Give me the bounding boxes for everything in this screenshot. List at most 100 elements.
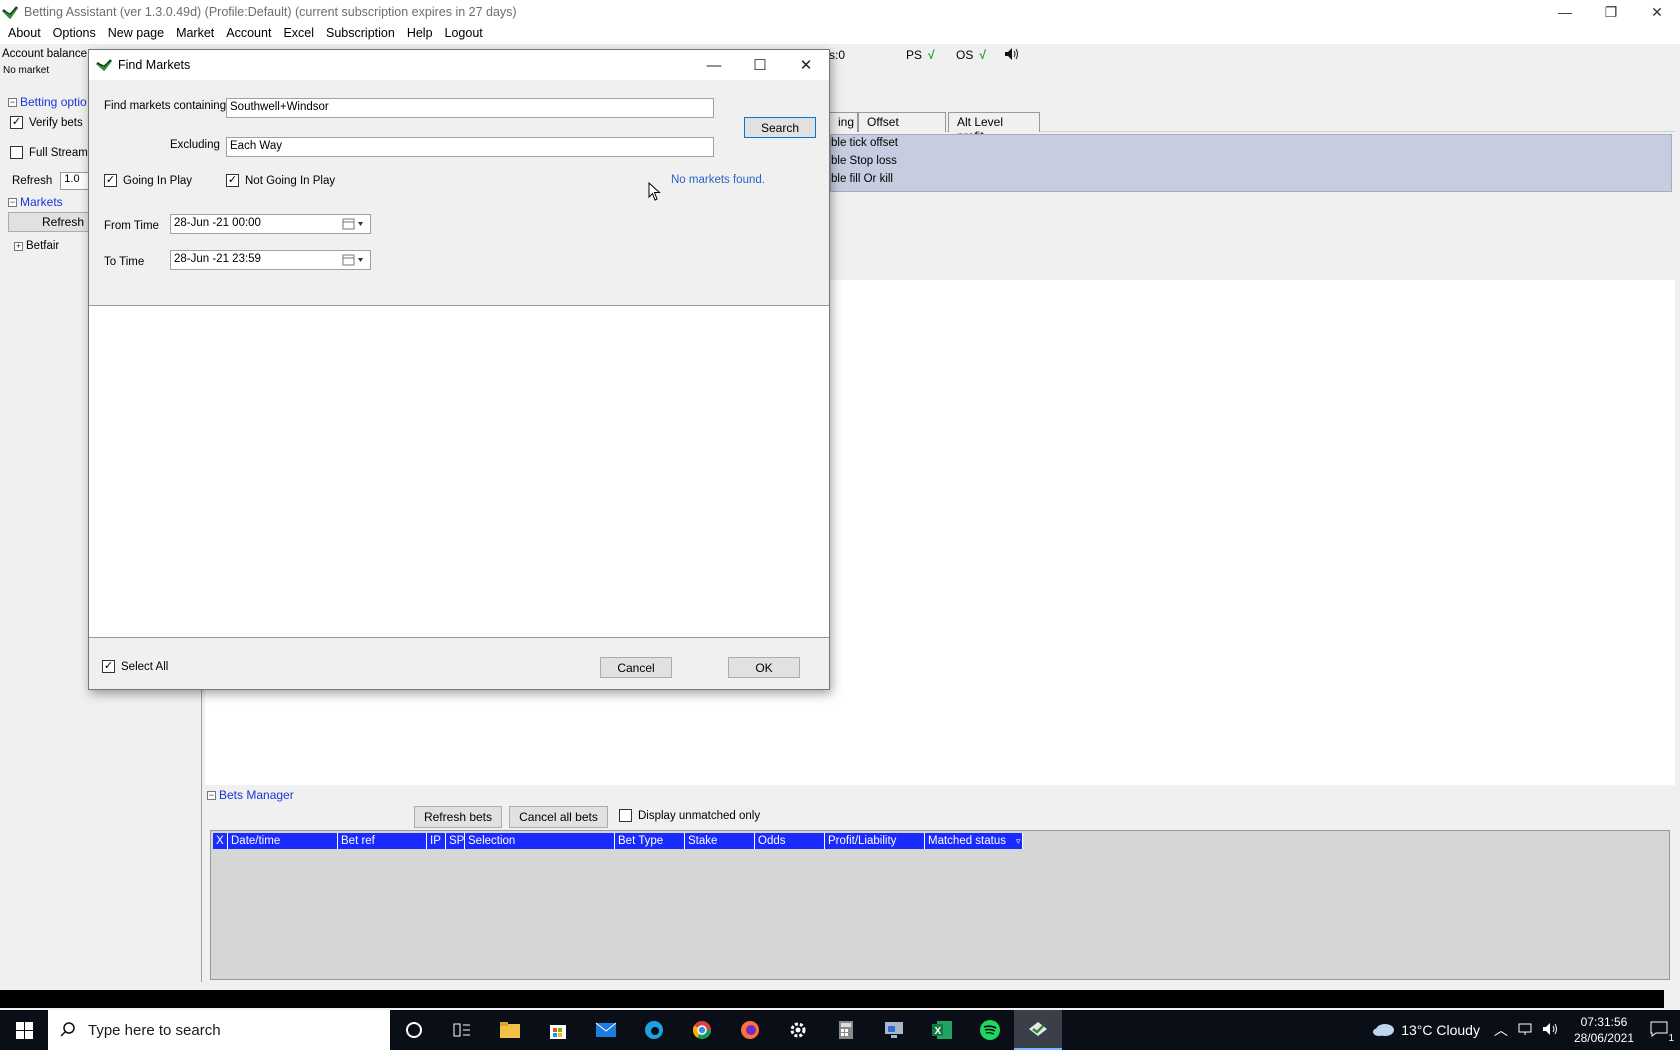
full-stream-checkbox[interactable] [10,146,23,159]
clock[interactable]: 07:31:56 28/06/2021 [1574,1014,1634,1046]
from-time-picker[interactable]: 28-Jun -21 00:00 [170,214,371,234]
col-bet-type[interactable]: Bet Type [615,833,685,849]
settings-gear-icon[interactable] [774,1010,822,1050]
window-title: Betting Assistant (ver 1.3.0.49d) (Profi… [24,5,517,19]
weather-text[interactable]: 13°C Cloudy [1401,1022,1480,1038]
menu-market[interactable]: Market [170,26,220,40]
select-all-label: Select All [121,660,169,673]
tab-ing[interactable]: ing [830,112,858,132]
not-going-in-play-checkbox[interactable]: ✓ [226,174,239,187]
network-icon[interactable] [1518,1022,1534,1039]
to-time-label: To Time [104,256,145,268]
dialog-maximize-button[interactable]: ☐ [737,50,783,80]
col-profit-liability[interactable]: Profit/Liability [825,833,925,849]
col-x[interactable]: X [213,833,228,849]
tab-alt-level-profit[interactable]: Alt Level profit [948,112,1040,143]
option-fill-or-kill[interactable]: ble fill Or kill [831,173,893,185]
betting-assistant-taskbar-icon[interactable] [1014,1010,1062,1050]
file-explorer-icon[interactable] [486,1010,534,1050]
calculator-icon[interactable] [822,1010,870,1050]
spotify-icon[interactable] [966,1010,1014,1050]
menu-subscription[interactable]: Subscription [320,26,401,40]
col-stake[interactable]: Stake [685,833,755,849]
refresh-bets-button[interactable]: Refresh bets [414,806,502,828]
refresh-input[interactable]: 1.0 [60,172,91,190]
store-icon[interactable] [534,1010,582,1050]
verify-bets-label: Verify bets [29,116,83,129]
mail-icon[interactable] [582,1010,630,1050]
select-all-checkbox[interactable]: ✓ [102,660,115,673]
verify-bets-row[interactable]: ✓ Verify bets [10,116,83,129]
display-unmatched-row[interactable]: Display unmatched only [619,809,760,822]
display-unmatched-checkbox[interactable] [619,809,632,822]
market-results-list[interactable] [89,305,829,638]
filter-icon[interactable]: ▿ [1016,836,1021,846]
weather-cloud-icon[interactable] [1371,1021,1395,1040]
bets-manager-title[interactable]: − Bets Manager [207,788,294,802]
ok-button[interactable]: OK [728,657,800,678]
col-sp[interactable]: SP [446,833,465,849]
select-all-row[interactable]: ✓ Select All [102,660,168,673]
mouse-cursor-icon [648,182,661,201]
restore-button[interactable]: ❐ [1588,0,1634,24]
cancel-all-bets-button[interactable]: Cancel all bets [509,806,608,828]
markets-header[interactable]: − Markets [8,195,63,209]
minimize-button[interactable]: — [1542,0,1588,24]
notifications-icon[interactable]: 1 [1650,1021,1674,1044]
menu-excel[interactable]: Excel [277,26,320,40]
col-selection[interactable]: Selection [465,833,615,849]
option-tick-offset[interactable]: ble tick offset [831,137,898,149]
taskbar-search[interactable]: Type here to search [48,1010,390,1050]
col-matched-status[interactable]: Matched status ▿ [925,833,1023,849]
search-button[interactable]: Search [744,117,816,138]
calendar-dropdown-icon[interactable] [342,217,368,231]
close-button[interactable]: ✕ [1634,0,1680,24]
excel-icon[interactable]: X [918,1010,966,1050]
cortana-icon[interactable] [390,1010,438,1050]
to-time-picker[interactable]: 28-Jun -21 23:59 [170,250,371,270]
volume-icon[interactable] [1542,1022,1560,1039]
menu-options[interactable]: Options [47,26,102,40]
col-bet-ref[interactable]: Bet ref [338,833,427,849]
edge-icon[interactable] [630,1010,678,1050]
from-time-value: 28-Jun -21 00:00 [174,217,261,229]
dialog-minimize-button[interactable]: — [691,50,737,80]
remote-desktop-icon[interactable] [870,1010,918,1050]
col-ip[interactable]: IP [427,833,446,849]
tab-offset[interactable]: Offset [858,112,946,132]
collapse-icon[interactable]: − [8,197,17,207]
calendar-dropdown-icon[interactable] [342,253,368,267]
firefox-icon[interactable] [726,1010,774,1050]
excluding-input[interactable]: Each Way [226,137,714,157]
col-odds[interactable]: Odds [755,833,825,849]
col-datetime[interactable]: Date/time [228,833,338,849]
menu-logout[interactable]: Logout [439,26,489,40]
find-markets-input[interactable]: Southwell+Windsor [226,98,714,118]
going-in-play-checkbox[interactable]: ✓ [104,174,117,187]
menu-new-page[interactable]: New page [102,26,170,40]
betfair-tree-item[interactable]: + Betfair [14,240,59,252]
menu-help[interactable]: Help [401,26,439,40]
full-stream-row[interactable]: Full Stream [10,146,88,159]
markets-label: Markets [20,195,63,209]
task-view-icon[interactable] [438,1010,486,1050]
option-stop-loss[interactable]: ble Stop loss [831,155,897,167]
chrome-icon[interactable] [678,1010,726,1050]
dialog-close-button[interactable]: ✕ [783,50,829,80]
expand-icon[interactable]: + [14,241,23,251]
not-going-in-play-row[interactable]: ✓ Not Going In Play [226,174,335,187]
speaker-icon[interactable] [1004,47,1020,64]
betting-options-header[interactable]: − Betting optio [8,95,87,109]
menu-account[interactable]: Account [220,26,277,40]
chevron-up-icon[interactable]: ︿ [1494,1020,1508,1040]
menu-about[interactable]: About [2,26,47,40]
to-time-value: 28-Jun -21 23:59 [174,253,261,265]
display-unmatched-label: Display unmatched only [638,809,761,822]
going-in-play-row[interactable]: ✓ Going In Play [104,174,192,187]
collapse-icon[interactable]: − [207,790,216,800]
windows-start-icon[interactable] [0,1010,48,1050]
cancel-button[interactable]: Cancel [600,657,672,678]
verify-bets-checkbox[interactable]: ✓ [10,116,23,129]
collapse-icon[interactable]: − [8,97,17,107]
app-logo-icon [96,59,112,71]
